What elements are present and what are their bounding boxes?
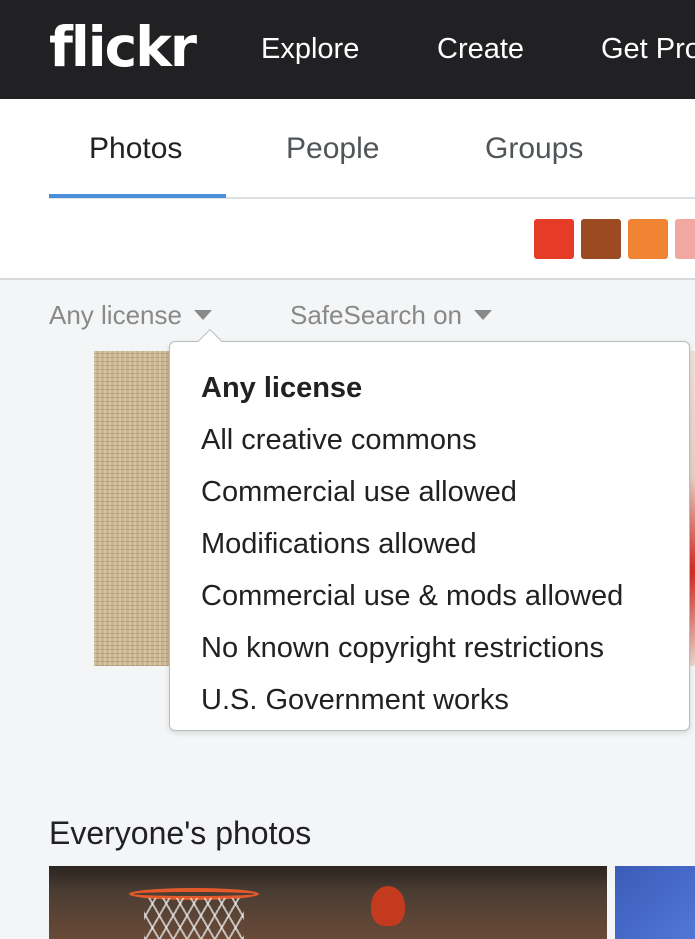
tab-photos[interactable]: Photos — [89, 130, 182, 168]
player-figure — [371, 886, 405, 926]
photo-thumbnail[interactable] — [49, 866, 607, 939]
nav-create-link[interactable]: Create — [437, 30, 524, 68]
license-dropdown-menu: Any license All creative commons Commerc… — [169, 341, 690, 731]
tab-people[interactable]: People — [286, 130, 379, 168]
license-option-no-known-copyright[interactable]: No known copyright restrictions — [201, 622, 623, 674]
license-option-modifications[interactable]: Modifications allowed — [201, 518, 623, 570]
flickr-logo[interactable]: flickr — [49, 14, 197, 80]
license-option-any[interactable]: Any license — [201, 362, 623, 414]
tab-groups[interactable]: Groups — [485, 130, 583, 168]
search-tabs: Photos People Groups — [0, 99, 695, 199]
license-option-us-government[interactable]: U.S. Government works — [201, 674, 623, 726]
license-filter-dropdown[interactable]: Any license — [49, 299, 212, 331]
section-title: Everyone's photos — [49, 815, 312, 851]
license-filter-label: Any license — [49, 300, 182, 330]
photo-thumbnail[interactable] — [94, 351, 180, 666]
basketball-net — [144, 898, 244, 939]
photo-thumbnail[interactable] — [615, 866, 695, 939]
color-swatch-brown[interactable] — [581, 219, 621, 259]
active-tab-indicator — [49, 194, 226, 198]
license-option-all-creative-commons[interactable]: All creative commons — [201, 414, 623, 466]
caret-down-icon — [474, 310, 493, 321]
color-swatch-red[interactable] — [534, 219, 574, 259]
caret-down-icon — [193, 310, 212, 321]
color-swatch-orange[interactable] — [628, 219, 668, 259]
safesearch-filter-label: SafeSearch on — [290, 300, 463, 330]
color-swatch-pink[interactable] — [675, 219, 695, 259]
license-options-list: Any license All creative commons Commerc… — [201, 362, 623, 726]
safesearch-filter-dropdown[interactable]: SafeSearch on — [290, 299, 493, 331]
nav-get-pro-link[interactable]: Get Pro — [601, 30, 695, 68]
top-nav-bar: flickr Explore Create Get Pro — [0, 0, 695, 99]
license-option-commercial-use[interactable]: Commercial use allowed — [201, 466, 623, 518]
dropdown-pointer — [196, 327, 222, 342]
color-filter-bar — [0, 199, 695, 280]
license-option-commercial-and-mods[interactable]: Commercial use & mods allowed — [201, 570, 623, 622]
nav-explore-link[interactable]: Explore — [261, 30, 359, 68]
